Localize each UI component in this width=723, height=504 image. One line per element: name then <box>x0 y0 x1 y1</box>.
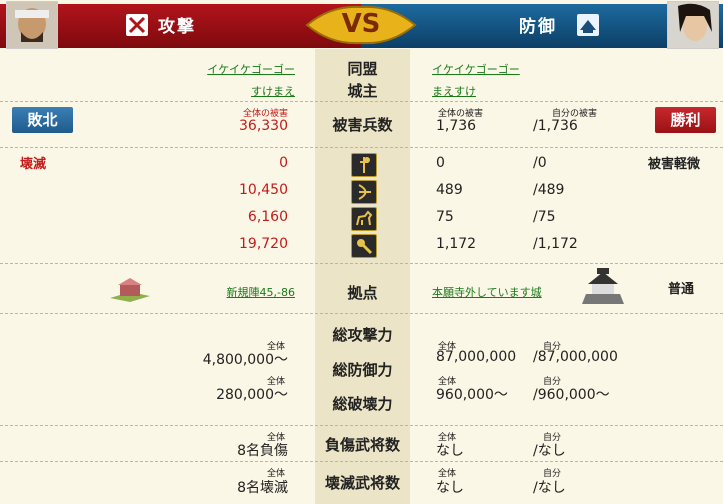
defender-casualty-self: /1,736 <box>533 118 578 134</box>
defender-portrait[interactable] <box>667 1 719 49</box>
defender-siege-loss: 1,172 <box>436 236 477 252</box>
defender-base-link[interactable]: 本願寺外しています城 <box>432 284 542 300</box>
defender-injured-self: /なし <box>533 443 566 459</box>
castle-icon <box>578 264 628 308</box>
attacker-destroyed-count: 8名壊滅 <box>237 480 288 496</box>
attacker-injured-count: 8名負傷 <box>237 443 288 459</box>
defender-destroyed-total: なし <box>436 480 464 496</box>
defender-cavalry-loss: 75 <box>436 209 454 225</box>
defender-lord-link[interactable]: まえすけ <box>432 83 476 99</box>
defender-total-destruction: 960,000〜 <box>436 387 508 403</box>
defender-self-destruction: /960,000〜 <box>533 387 610 403</box>
attacker-archer-loss: 10,450 <box>239 182 288 198</box>
defender-base-status: 普通 <box>668 282 695 297</box>
camp-icon <box>108 276 152 304</box>
defender-siege-self-loss: /1,172 <box>533 236 578 252</box>
defender-destroyed-self: /なし <box>533 480 566 496</box>
divider <box>0 425 723 426</box>
attacker-base-link[interactable]: 新規陣45,-86 <box>190 284 295 300</box>
attacker-portrait-icon <box>7 2 57 48</box>
lord-label: 城主 <box>347 82 378 100</box>
defender-portrait-icon <box>668 2 718 48</box>
attacker-unit-status: 壊滅 <box>20 157 47 172</box>
defender-spearman-loss: 0 <box>436 155 445 171</box>
attacker-spearman-loss: 0 <box>279 155 288 171</box>
defender-total-defense: 87,000,000 <box>436 349 517 365</box>
siege-weapon-icon <box>351 234 377 258</box>
defender-alliance-link[interactable]: イケイケゴーゴー <box>432 61 520 77</box>
defender-cavalry-self-loss: /75 <box>533 209 556 225</box>
crossed-swords-icon <box>126 14 148 36</box>
castle-gate-icon <box>577 14 599 36</box>
attacker-cavalry-loss: 6,160 <box>247 209 288 225</box>
battle-header: 攻撃 防御 VS <box>0 0 723 49</box>
defender-casualty-total: 1,736 <box>436 118 477 134</box>
defender-unit-status: 被害軽微 <box>648 157 701 172</box>
attacker-total-attack: 4,800,000〜 <box>202 352 288 368</box>
vs-emblem: VS <box>301 3 421 47</box>
alliance-label: 同盟 <box>347 60 378 78</box>
attacker-alliance-link[interactable]: イケイケゴーゴー <box>160 61 295 77</box>
attacker-total-destruction: 280,000〜 <box>216 387 288 403</box>
attacker-lord-link[interactable]: すけまえ <box>160 83 295 99</box>
base-label: 拠点 <box>347 284 378 302</box>
defender-archer-self-loss: /489 <box>533 182 565 198</box>
injured-generals-label: 負傷武将数 <box>324 436 400 454</box>
destroyed-generals-label: 壊滅武将数 <box>324 474 400 492</box>
divider <box>0 147 723 148</box>
attack-title: 攻撃 <box>158 17 196 37</box>
defender-self-defense: /87,000,000 <box>533 349 618 365</box>
total-defense-label: 総防御力 <box>332 361 393 379</box>
defense-title: 防御 <box>519 17 557 37</box>
divider <box>0 461 723 462</box>
total-attack-label: 総攻撃力 <box>332 326 393 344</box>
divider <box>0 313 723 314</box>
defender-injured-total: なし <box>436 443 464 459</box>
vs-label: VS <box>341 9 381 39</box>
casualties-label: 被害兵数 <box>332 116 393 134</box>
attacker-siege-loss: 19,720 <box>239 236 288 252</box>
spearman-icon <box>351 153 377 177</box>
attacker-result-badge: 敗北 <box>12 107 73 133</box>
total-destruction-label: 総破壊力 <box>332 395 393 413</box>
archer-icon <box>351 180 377 204</box>
defender-archer-loss: 489 <box>436 182 463 198</box>
cavalry-icon <box>351 207 377 231</box>
divider <box>0 101 723 102</box>
attacker-casualty-total: 36,330 <box>239 118 288 134</box>
attacker-portrait[interactable] <box>6 1 58 49</box>
defender-result-badge: 勝利 <box>655 107 716 133</box>
defender-spearman-self-loss: /0 <box>533 155 547 171</box>
